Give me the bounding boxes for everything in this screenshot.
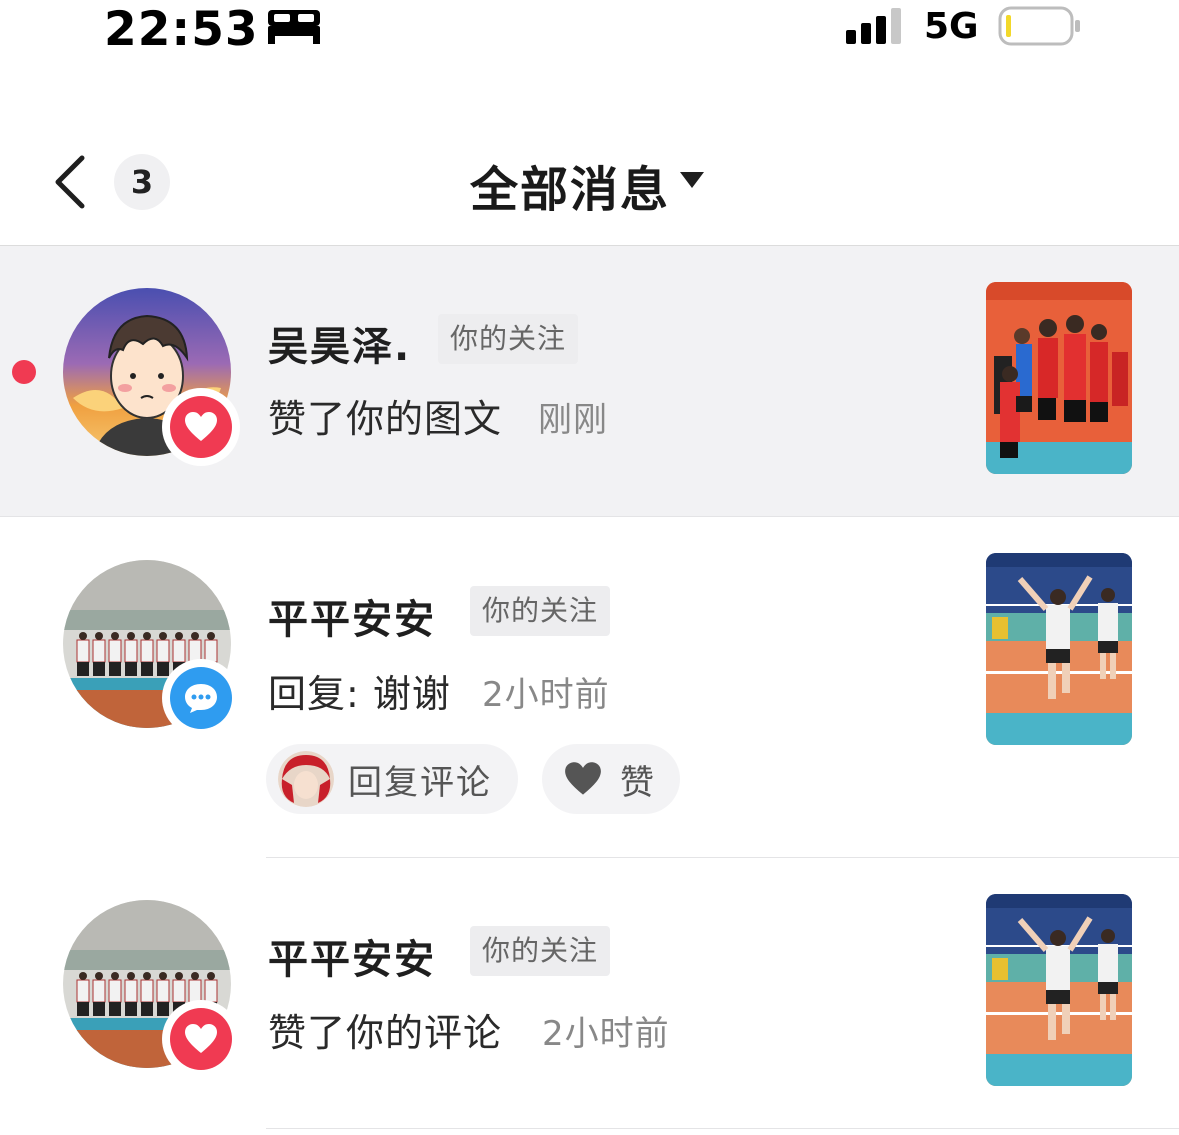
reply-comment-button[interactable]: 回复评论: [266, 744, 518, 814]
like-comment-button[interactable]: 赞: [542, 744, 680, 814]
sender-name[interactable]: 吴昊泽.: [268, 314, 411, 372]
status-bar: 22:53 5G: [0, 0, 1179, 57]
post-thumbnail[interactable]: [986, 282, 1132, 474]
message-time: 2小时前: [542, 1014, 670, 1054]
follow-tag: 你的关注: [438, 314, 579, 364]
heart-icon: [185, 412, 217, 441]
like-badge: [162, 388, 240, 466]
heart-icon: [565, 762, 601, 795]
caret-down-icon[interactable]: [680, 172, 704, 190]
heart-icon: [185, 1024, 217, 1053]
page-title[interactable]: 全部消息: [470, 150, 670, 220]
follow-tag: 你的关注: [470, 926, 611, 976]
app-root: 22:53 5G 3 全部消息 吴昊泽. 你的关注 赞了你的图文 刚刚 平平安安…: [0, 0, 1179, 1135]
post-thumbnail[interactable]: [986, 894, 1132, 1086]
comment-badge: [162, 659, 240, 737]
chat-bubble-icon: [185, 684, 217, 713]
nav-header: 3 全部消息: [0, 112, 1179, 246]
network-type: 5G: [924, 6, 979, 47]
like-comment-label: 赞: [620, 762, 656, 803]
like-badge: [162, 1000, 240, 1078]
reply-comment-label: 回复评论: [348, 762, 492, 803]
chevron-left-icon[interactable]: [50, 154, 90, 210]
message-item[interactable]: 吴昊泽. 你的关注 赞了你的图文 刚刚: [0, 246, 1179, 516]
unread-count-badge: 3: [114, 154, 170, 210]
follow-tag: 你的关注: [470, 586, 611, 636]
status-time: 22:53: [104, 2, 259, 57]
signal-bars-icon: [846, 8, 901, 44]
sender-name[interactable]: 平平安安: [268, 927, 436, 985]
user-avatar-mini: [278, 751, 334, 807]
message-action-text: 赞了你的评论: [268, 1011, 503, 1055]
sender-name[interactable]: 平平安安: [268, 587, 436, 645]
row-divider: [266, 1128, 1179, 1129]
bed-icon: [268, 10, 320, 44]
post-thumbnail[interactable]: [986, 553, 1132, 745]
unread-dot: [12, 360, 36, 384]
battery-low-icon: [998, 6, 1080, 46]
message-action-text: 回复: 谢谢: [268, 672, 451, 716]
message-item[interactable]: 平平安安 你的关注 赞了你的评论 2小时前: [0, 858, 1179, 1128]
message-time: 刚刚: [538, 400, 608, 440]
message-time: 2小时前: [482, 675, 610, 715]
message-item[interactable]: 平平安安 你的关注 回复: 谢谢 2小时前 回复评论 赞: [0, 517, 1179, 857]
message-action-text: 赞了你的图文: [268, 397, 503, 441]
